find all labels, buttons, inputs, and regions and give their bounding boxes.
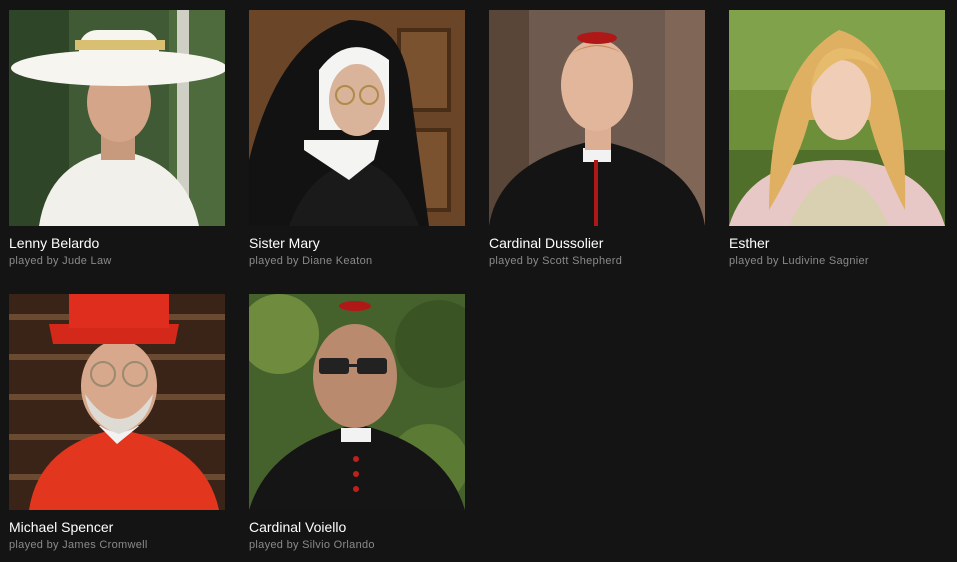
- portrait-photo: [249, 294, 465, 510]
- portrait-photo: [249, 10, 465, 226]
- actor-name: played by Ludivine Sagnier: [729, 255, 869, 267]
- portrait-photo: [729, 10, 945, 226]
- character-name[interactable]: Cardinal Dussolier: [489, 235, 705, 252]
- cast-card-sister-mary[interactable]: Sister Mary played by Diane Keaton: [249, 10, 465, 268]
- cast-grid: Lenny Belardo played by Jude Law Sister …: [0, 0, 957, 562]
- cast-photo[interactable]: [729, 10, 945, 226]
- character-name[interactable]: Esther: [729, 235, 945, 252]
- character-name[interactable]: Sister Mary: [249, 235, 465, 252]
- cast-photo[interactable]: [489, 10, 705, 226]
- cast-card-cardinal-voiello[interactable]: Cardinal Voiello played by Silvio Orland…: [249, 294, 465, 552]
- actor-name: played by James Cromwell: [9, 539, 148, 551]
- portrait-photo: [9, 10, 225, 226]
- actor-name: played by Scott Shepherd: [489, 255, 623, 267]
- portrait-photo: [9, 294, 225, 510]
- actor-name: played by Jude Law: [9, 255, 112, 267]
- cast-card-lenny-belardo[interactable]: Lenny Belardo played by Jude Law: [9, 10, 225, 268]
- cast-photo[interactable]: [9, 294, 225, 510]
- cast-photo[interactable]: [9, 10, 225, 226]
- cast-photo[interactable]: [249, 10, 465, 226]
- character-name[interactable]: Michael Spencer: [9, 519, 225, 536]
- actor-name: played by Diane Keaton: [249, 255, 373, 267]
- cast-card-michael-spencer[interactable]: Michael Spencer played by James Cromwell: [9, 294, 225, 552]
- cast-photo[interactable]: [249, 294, 465, 510]
- actor-name: played by Silvio Orlando: [249, 539, 375, 551]
- character-name[interactable]: Lenny Belardo: [9, 235, 225, 252]
- cast-card-esther[interactable]: Esther played by Ludivine Sagnier: [729, 10, 945, 268]
- portrait-photo: [489, 10, 705, 226]
- character-name[interactable]: Cardinal Voiello: [249, 519, 465, 536]
- cast-card-cardinal-dussolier[interactable]: Cardinal Dussolier played by Scott Sheph…: [489, 10, 705, 268]
